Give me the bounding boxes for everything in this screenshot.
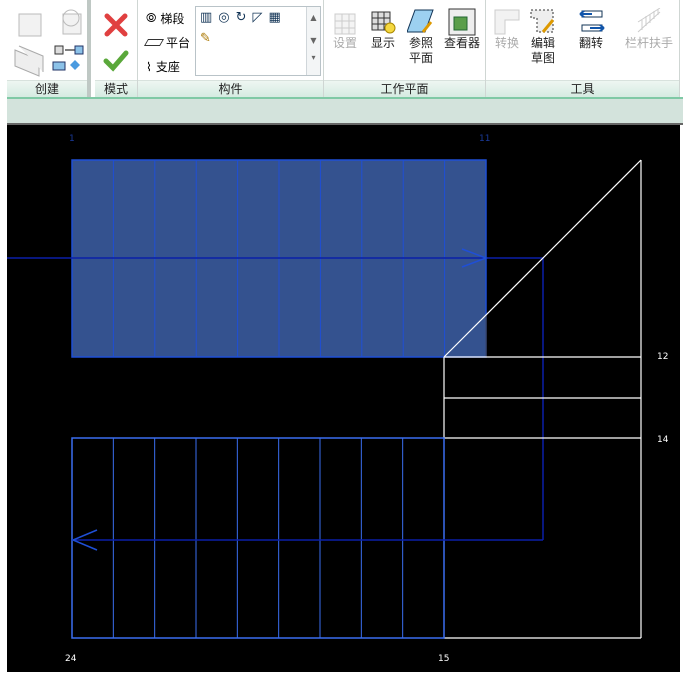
- set-workplane-button[interactable]: 设置: [330, 8, 360, 51]
- support-button[interactable]: ⌇ 支座: [146, 58, 180, 75]
- railing-button[interactable]: 栏杆扶手: [622, 8, 676, 51]
- riser-label-12: 12: [657, 352, 668, 362]
- panel-label-components: 构件: [138, 80, 323, 97]
- support-icon: ⌇: [146, 59, 152, 74]
- panel-label-tools: 工具: [486, 80, 679, 97]
- bottom-run-outline[interactable]: [71, 437, 445, 639]
- riser-label-15: 15: [438, 654, 449, 664]
- riser-label-11: 11: [479, 134, 490, 144]
- run-icon: ⦾: [146, 11, 157, 26]
- sketch-pencil-icon[interactable]: ✎: [200, 31, 211, 46]
- viewer-icon: [448, 8, 476, 36]
- ribbon: 创建 模式 ⦾ 梯段 平台 ⌇ 支座 ▥ ◎ ↻ ◸ ▦ ✎ ▲ ▼ ▾ 构件 设置 显示 参照…: [7, 0, 683, 97]
- show-plane-icon: [371, 11, 396, 34]
- panel-tools: 转换 编辑 草图 翻转 栏杆扶手 工具: [486, 0, 680, 97]
- railing-icon: [637, 8, 661, 33]
- cancel-edit-icon[interactable]: [103, 12, 129, 38]
- flip-icon: [579, 10, 605, 32]
- stair-sketch: 1 11 12 14 24 15: [7, 134, 669, 664]
- straight-run-icon[interactable]: ▥: [200, 10, 212, 25]
- convert-icon: [494, 9, 520, 35]
- panel-create: 创建: [7, 0, 91, 97]
- gallery-scrollbar[interactable]: ▲ ▼ ▾: [306, 7, 320, 75]
- finish-edit-icon[interactable]: [103, 47, 129, 73]
- create-icons[interactable]: [9, 2, 89, 78]
- flip-button[interactable]: 翻转: [576, 8, 606, 51]
- l-winder-icon[interactable]: ◸: [253, 10, 263, 25]
- panel-label-workplane: 工作平面: [324, 80, 485, 97]
- panel-workplane: 设置 显示 参照 平面 查看器 工作平面: [324, 0, 486, 97]
- scroll-up-icon[interactable]: ▲: [307, 7, 320, 29]
- reference-plane-icon: [407, 9, 434, 33]
- run-button[interactable]: ⦾ 梯段: [146, 10, 184, 27]
- component-gallery[interactable]: ▥ ◎ ↻ ◸ ▦ ✎ ▲ ▼ ▾: [195, 6, 321, 76]
- panel-label-mode: 模式: [95, 80, 137, 97]
- expand-gallery-icon[interactable]: ▾: [307, 53, 320, 62]
- scroll-down-icon[interactable]: ▼: [307, 29, 320, 53]
- convert-button[interactable]: 转换: [492, 8, 522, 51]
- u-winder-icon[interactable]: ▦: [269, 10, 281, 25]
- panel-components: ⦾ 梯段 平台 ⌇ 支座 ▥ ◎ ↻ ◸ ▦ ✎ ▲ ▼ ▾ 构件: [138, 0, 324, 97]
- options-bar: [7, 97, 683, 125]
- drawing-canvas[interactable]: 1 11 12 14 24 15: [7, 125, 680, 672]
- grid-plane-icon: [334, 13, 356, 35]
- riser-label-24: 24: [65, 654, 77, 664]
- riser-label-14: 14: [657, 435, 669, 445]
- edit-sketch-button[interactable]: 编辑 草图: [528, 8, 558, 66]
- center-spiral-icon[interactable]: ↻: [236, 10, 247, 25]
- panel-label-create: 创建: [7, 80, 87, 97]
- landing-icon: [143, 39, 165, 46]
- spiral-run-icon[interactable]: ◎: [218, 10, 229, 25]
- reference-plane-button[interactable]: 参照 平面: [406, 8, 436, 66]
- viewer-button[interactable]: 查看器: [442, 8, 482, 51]
- landing-button[interactable]: 平台: [143, 34, 190, 51]
- riser-label-1: 1: [69, 134, 75, 144]
- panel-mode: 模式: [95, 0, 138, 97]
- edit-sketch-icon: [530, 9, 555, 33]
- show-workplane-button[interactable]: 显示: [368, 8, 398, 51]
